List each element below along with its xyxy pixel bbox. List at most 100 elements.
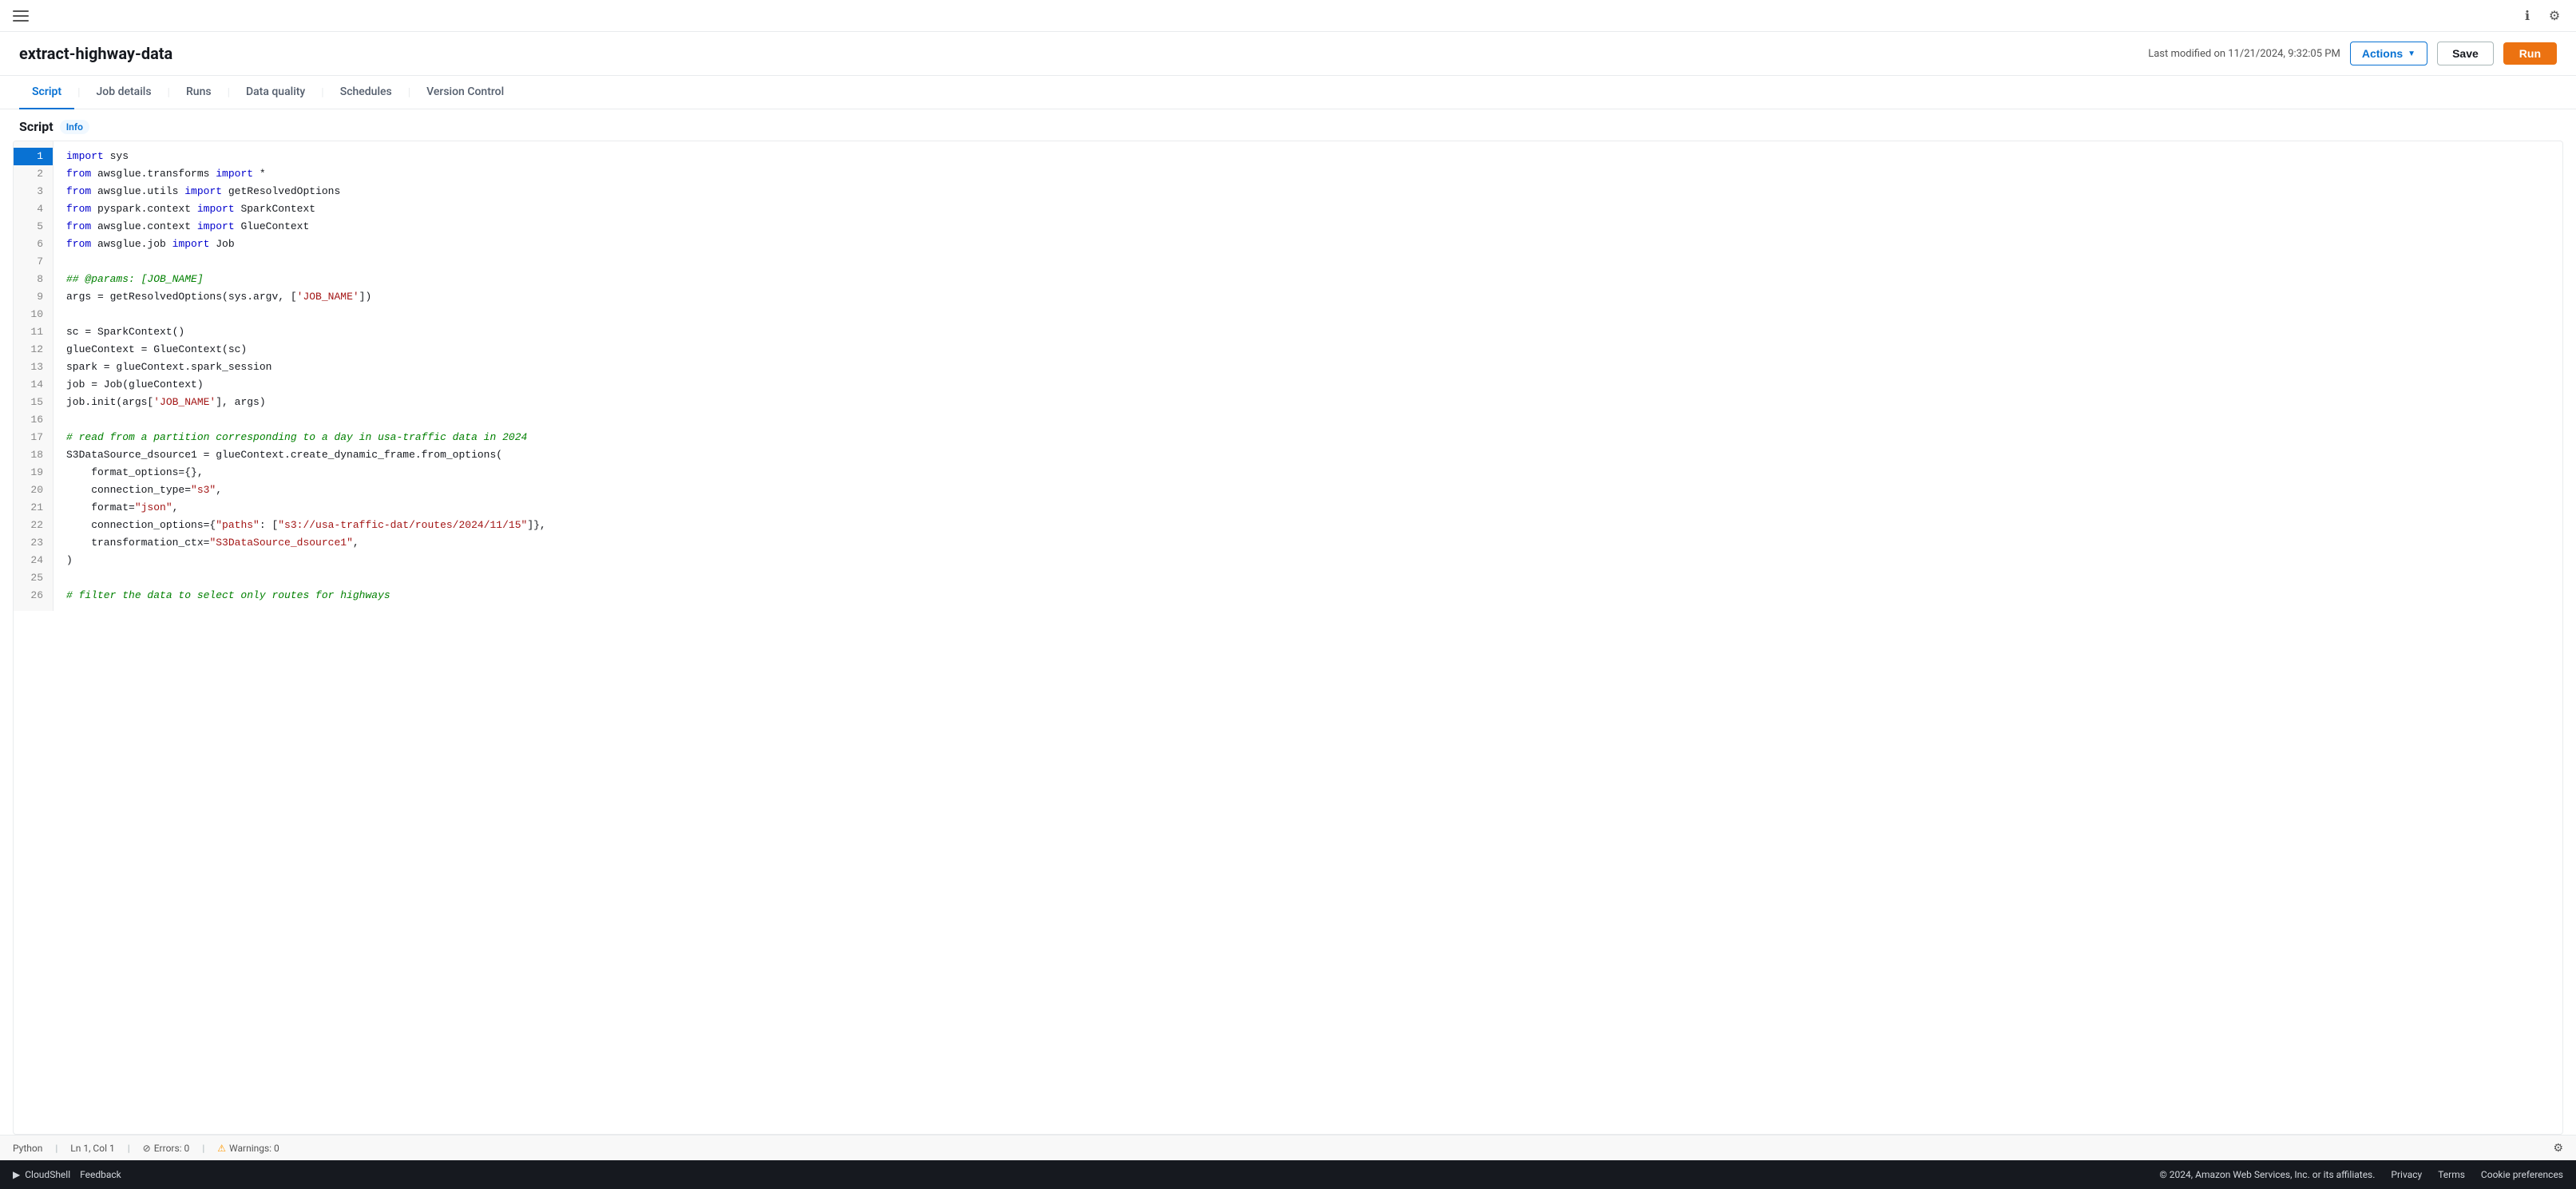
line-number: 11 (14, 323, 53, 341)
code-line: args = getResolvedOptions(sys.argv, ['JO… (66, 288, 2550, 306)
line-number: 19 (14, 464, 53, 482)
code-line: from awsglue.job import Job (66, 236, 2550, 253)
actions-label: Actions (2362, 47, 2403, 60)
code-line: spark = glueContext.spark_session (66, 359, 2550, 376)
language-indicator: Python (13, 1143, 42, 1154)
status-bar: Python | Ln 1, Col 1 | ⊘ Errors: 0 | ⚠ W… (0, 1135, 2576, 1160)
code-line: format="json", (66, 499, 2550, 517)
script-section-header: Script Info (0, 109, 2576, 141)
info-badge[interactable]: Info (60, 120, 89, 134)
code-line: format_options={}, (66, 464, 2550, 482)
line-number: 12 (14, 341, 53, 359)
line-number: 8 (14, 271, 53, 288)
footer-right: © 2024, Amazon Web Services, Inc. or its… (2159, 1169, 2563, 1180)
code-line: sc = SparkContext() (66, 323, 2550, 341)
code-line: from awsglue.context import GlueContext (66, 218, 2550, 236)
footer: ▶ CloudShell Feedback © 2024, Amazon Web… (0, 1160, 2576, 1189)
error-icon: ⊘ (143, 1143, 151, 1154)
header-actions: Last modified on 11/21/2024, 9:32:05 PM … (2148, 42, 2557, 65)
save-button[interactable]: Save (2437, 42, 2494, 65)
line-number: 6 (14, 236, 53, 253)
code-line: import sys (66, 148, 2550, 165)
code-line: ## @params: [JOB_NAME] (66, 271, 2550, 288)
line-number: 4 (14, 200, 53, 218)
status-bar-right: ⚙ (2553, 1142, 2563, 1155)
line-number: 10 (14, 306, 53, 323)
cloudshell-button[interactable]: ▶ CloudShell (13, 1169, 70, 1180)
code-line: from awsglue.transforms import * (66, 165, 2550, 183)
tab-divider-4: | (321, 86, 323, 99)
code-line: # filter the data to select only routes … (66, 587, 2550, 604)
line-number: 7 (14, 253, 53, 271)
line-number: 18 (14, 446, 53, 464)
code-line (66, 253, 2550, 271)
code-line: connection_options={"paths": ["s3://usa-… (66, 517, 2550, 534)
line-number: 24 (14, 552, 53, 569)
info-icon[interactable]: ℹ (2519, 7, 2536, 25)
menu-icon[interactable] (13, 8, 29, 24)
tab-version-control[interactable]: Version Control (414, 76, 517, 109)
top-nav-right: ℹ ⚙ (2519, 7, 2563, 25)
line-number: 21 (14, 499, 53, 517)
tab-bar: Script | Job details | Runs | Data quali… (0, 76, 2576, 109)
line-numbers: 1234567891011121314151617181920212223242… (14, 141, 54, 611)
code-line: ) (66, 552, 2550, 569)
line-number: 25 (14, 569, 53, 587)
code-line (66, 411, 2550, 429)
line-number: 5 (14, 218, 53, 236)
line-number: 26 (14, 587, 53, 604)
line-number: 20 (14, 482, 53, 499)
code-area: 1234567891011121314151617181920212223242… (14, 141, 2562, 611)
line-number: 1 (14, 148, 53, 165)
line-number: 16 (14, 411, 53, 429)
cloudshell-icon: ▶ (13, 1169, 20, 1180)
code-line: connection_type="s3", (66, 482, 2550, 499)
cursor-position: Ln 1, Col 1 (70, 1143, 114, 1154)
line-number: 15 (14, 394, 53, 411)
tab-script[interactable]: Script (19, 76, 74, 109)
header: extract-highway-data Last modified on 11… (0, 32, 2576, 76)
line-number: 3 (14, 183, 53, 200)
run-button[interactable]: Run (2503, 42, 2557, 65)
actions-button[interactable]: Actions ▼ (2350, 42, 2427, 65)
warning-count: ⚠ Warnings: 0 (217, 1143, 279, 1154)
code-line: from awsglue.utils import getResolvedOpt… (66, 183, 2550, 200)
tab-schedules[interactable]: Schedules (327, 76, 405, 109)
page-title: extract-highway-data (19, 44, 172, 63)
tab-runs[interactable]: Runs (173, 76, 224, 109)
tab-divider-1: | (77, 86, 80, 99)
code-line: S3DataSource_dsource1 = glueContext.crea… (66, 446, 2550, 464)
line-number: 22 (14, 517, 53, 534)
code-line (66, 569, 2550, 587)
line-number: 14 (14, 376, 53, 394)
code-editor[interactable]: 1234567891011121314151617181920212223242… (13, 141, 2563, 1135)
chevron-down-icon: ▼ (2408, 50, 2415, 58)
tab-divider-3: | (228, 86, 230, 99)
last-modified: Last modified on 11/21/2024, 9:32:05 PM (2148, 48, 2340, 60)
line-number: 23 (14, 534, 53, 552)
script-section-title: Script (19, 119, 54, 134)
feedback-link[interactable]: Feedback (80, 1169, 121, 1180)
code-line: # read from a partition corresponding to… (66, 429, 2550, 446)
line-number: 9 (14, 288, 53, 306)
code-content[interactable]: import sysfrom awsglue.transforms import… (54, 141, 2562, 611)
cloudshell-label: CloudShell (25, 1169, 70, 1180)
script-section: Script Info 1 23 4567891011121314151617181… (0, 109, 2576, 1160)
copyright: © 2024, Amazon Web Services, Inc. or its… (2159, 1169, 2375, 1180)
tab-divider-5: | (408, 86, 410, 99)
code-line: glueContext = GlueContext(sc) (66, 341, 2550, 359)
privacy-link[interactable]: Privacy (2391, 1169, 2422, 1180)
settings-icon[interactable]: ⚙ (2546, 7, 2563, 25)
cookie-prefs-link[interactable]: Cookie preferences (2481, 1169, 2563, 1180)
warning-icon: ⚠ (217, 1143, 226, 1154)
tab-job-details[interactable]: Job details (84, 76, 164, 109)
tab-data-quality[interactable]: Data quality (233, 76, 318, 109)
code-line (66, 306, 2550, 323)
line-number: 17 (14, 429, 53, 446)
top-nav: ℹ ⚙ (0, 0, 2576, 32)
line-number: 13 (14, 359, 53, 376)
terms-link[interactable]: Terms (2438, 1169, 2465, 1180)
tab-divider-2: | (168, 86, 170, 99)
code-line: job = Job(glueContext) (66, 376, 2550, 394)
settings-gear-icon[interactable]: ⚙ (2553, 1142, 2563, 1155)
